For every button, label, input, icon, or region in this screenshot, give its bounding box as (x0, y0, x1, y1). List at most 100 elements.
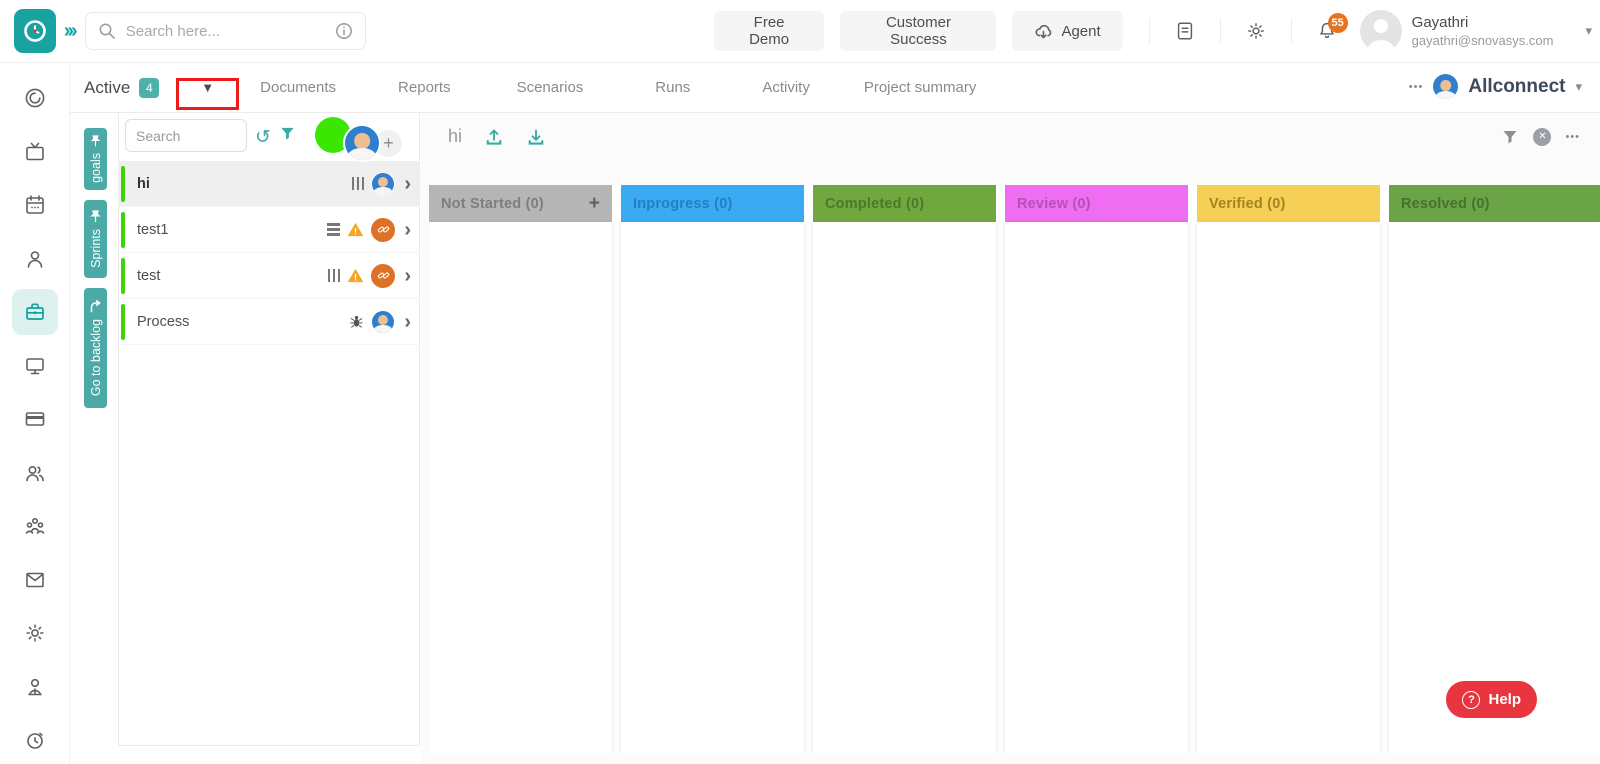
chevron-right-icon[interactable]: › (404, 220, 411, 240)
app-logo-clock-icon[interactable] (14, 9, 56, 53)
user-menu[interactable]: Gayathri gayathri@snovasys.com ▾ (1360, 10, 1600, 52)
tab-scenarios[interactable]: Scenarios (517, 65, 584, 110)
list-item-label: test1 (137, 222, 327, 238)
users-icon (23, 461, 47, 485)
avatar[interactable] (371, 172, 395, 196)
column-title: Inprogress (0) (633, 196, 733, 212)
sidebar-item-target[interactable] (22, 85, 48, 111)
reset-icon[interactable]: ↺ (255, 126, 271, 149)
settings-button[interactable] (1237, 12, 1275, 50)
link-badge[interactable] (371, 264, 395, 288)
divider (1149, 18, 1150, 44)
help-button[interactable]: ? Help (1446, 681, 1537, 718)
columns-icon[interactable] (328, 269, 341, 282)
top-header: ››› Free Demo Customer Success Agent (0, 0, 1600, 63)
priority-bar (121, 166, 125, 202)
tab-go-to-backlog[interactable]: Go to backlog (84, 288, 107, 408)
kanban-column-verified: Verified (0) (1197, 185, 1380, 753)
free-demo-button[interactable]: Free Demo (714, 11, 825, 51)
sidebar-item-time[interactable] (22, 727, 48, 753)
nav-tabs: Documents Reports Scenarios Runs Activit… (260, 65, 976, 110)
list-item-hi[interactable]: hi › (119, 161, 419, 207)
column-body[interactable] (813, 222, 996, 753)
sidebar-item-projects[interactable] (12, 289, 58, 335)
link-badge[interactable] (371, 218, 395, 242)
warning-icon[interactable]: ! (347, 268, 364, 283)
pin-icon (90, 210, 101, 223)
avatar[interactable] (371, 310, 395, 334)
add-card-button[interactable]: + (589, 193, 600, 215)
sidebar-item-calendar[interactable] (22, 192, 48, 218)
kanban-column-resolved: Resolved (0) (1389, 185, 1600, 753)
column-title: Not Started (0) (441, 196, 544, 212)
tab-sprints[interactable]: Sprints (84, 200, 107, 278)
tab-goals[interactable]: goals (84, 128, 107, 190)
column-body[interactable] (621, 222, 804, 753)
tab-project-summary[interactable]: Project summary (864, 65, 977, 110)
board-more-icon[interactable]: ••• (1565, 131, 1580, 143)
sidebar-item-users[interactable] (22, 460, 48, 486)
bug-icon[interactable] (349, 314, 364, 329)
active-dropdown-icon[interactable]: ▼ (201, 80, 214, 95)
sidebar-item-teams[interactable] (22, 513, 48, 539)
upload-icon[interactable] (484, 127, 504, 146)
sidebar-item-user[interactable] (22, 246, 48, 272)
agent-button[interactable]: Agent (1012, 11, 1122, 51)
column-body[interactable] (1005, 222, 1188, 753)
filter-icon[interactable] (1501, 128, 1519, 146)
sidebar-item-settings[interactable] (22, 620, 48, 646)
sidebar-item-mail[interactable] (22, 567, 48, 593)
expand-sidebar-icon[interactable]: ››› (64, 20, 75, 43)
row-icons: › (352, 172, 411, 196)
chevron-down-icon[interactable]: ▾ (1585, 23, 1592, 39)
list-item-test[interactable]: test ! › (119, 253, 419, 299)
tab-activity[interactable]: Activity (762, 65, 810, 110)
project-switcher: ••• Allconnect ▾ (1409, 74, 1582, 99)
chevron-right-icon[interactable]: › (404, 312, 411, 332)
assignee-avatar[interactable] (343, 124, 381, 162)
kanban-column-completed: Completed (0) (813, 185, 996, 753)
tab-goals-label: goals (89, 153, 103, 183)
tab-runs[interactable]: Runs (655, 65, 690, 110)
warning-icon[interactable]: ! (347, 222, 364, 237)
kanban-columns: Not Started (0) + Inprogress (0) Complet… (429, 185, 1600, 753)
menu-icon[interactable] (327, 223, 340, 236)
clock-icon (23, 728, 47, 752)
clear-filter-icon[interactable]: ✕ (1533, 128, 1551, 146)
customer-success-button[interactable]: Customer Success (840, 11, 996, 51)
download-icon[interactable] (526, 127, 546, 146)
scenario-list-panel: ↺ + hi › test1 ! (118, 113, 420, 746)
filter-icon[interactable] (279, 125, 296, 142)
active-filter[interactable]: Active 4 (84, 78, 159, 98)
list-item-process[interactable]: Process › (119, 299, 419, 345)
sidebar-item-billing[interactable] (22, 406, 48, 432)
tab-reports[interactable]: Reports (398, 65, 451, 110)
svg-text:!: ! (354, 272, 357, 282)
column-header: Resolved (0) (1389, 185, 1600, 222)
notifications-button[interactable]: 55 (1308, 12, 1346, 50)
panel-search-input[interactable] (125, 119, 247, 152)
column-body[interactable] (1389, 222, 1600, 753)
global-search-input[interactable] (126, 23, 325, 40)
list-item-test1[interactable]: test1 ! › (119, 207, 419, 253)
sidebar-item-monitor[interactable] (22, 353, 48, 379)
column-body[interactable] (429, 222, 612, 753)
document-button[interactable] (1166, 12, 1204, 50)
mail-icon (23, 568, 47, 592)
board-title: hi (448, 126, 462, 147)
project-name[interactable]: Allconnect (1468, 76, 1565, 98)
columns-icon[interactable] (352, 177, 365, 190)
project-more-icon[interactable]: ••• (1409, 81, 1424, 93)
project-dropdown-icon[interactable]: ▾ (1575, 79, 1582, 95)
project-avatar[interactable] (1433, 74, 1458, 99)
row-icons: ! › (327, 218, 411, 242)
chevron-right-icon[interactable]: › (404, 174, 411, 194)
tab-documents[interactable]: Documents (260, 65, 336, 110)
sidebar-item-account[interactable] (22, 674, 48, 700)
priority-bar (121, 258, 125, 294)
info-icon[interactable] (335, 22, 353, 40)
tab-sprints-label: Sprints (89, 229, 103, 268)
chevron-right-icon[interactable]: › (404, 266, 411, 286)
sidebar-item-tv[interactable] (22, 139, 48, 165)
column-body[interactable] (1197, 222, 1380, 753)
